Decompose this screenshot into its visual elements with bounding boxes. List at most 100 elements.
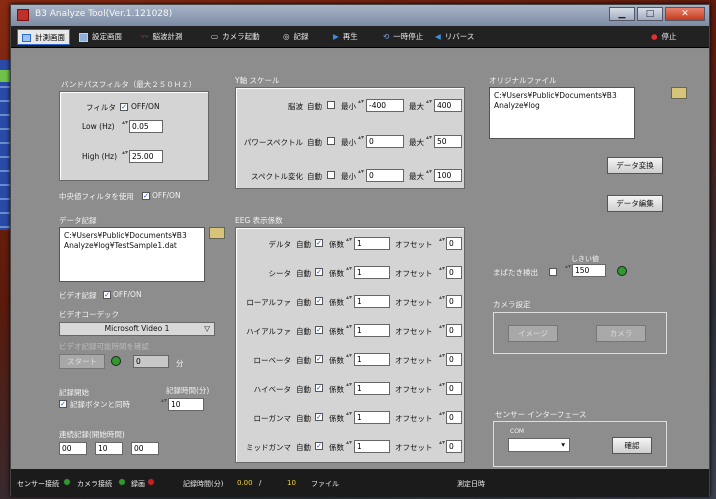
- offset-spinner[interactable]: ▴▾: [439, 382, 445, 395]
- min-spinner[interactable]: ▴▾: [358, 135, 364, 148]
- auto-checkbox[interactable]: ✓: [315, 413, 323, 421]
- confirm-button[interactable]: 確認: [612, 437, 652, 454]
- continuous-second-input[interactable]: 00: [131, 442, 159, 455]
- min-spinner[interactable]: ▴▾: [358, 99, 364, 112]
- high-hz-input[interactable]: 25.00: [129, 150, 163, 163]
- close-button[interactable]: ✕: [665, 7, 705, 21]
- max-spinner[interactable]: ▴▾: [426, 169, 432, 182]
- coef-input[interactable]: 1: [354, 440, 390, 453]
- max-spinner[interactable]: ▴▾: [426, 99, 432, 112]
- min-input[interactable]: -400: [366, 99, 404, 112]
- auto-checkbox[interactable]: ✓: [315, 355, 323, 363]
- recording-status-label: 録画: [131, 480, 145, 488]
- coef-spinner[interactable]: ▴▾: [346, 295, 352, 308]
- offset-input[interactable]: 0: [446, 324, 462, 337]
- coef-spinner[interactable]: ▴▾: [346, 440, 352, 453]
- coef-input[interactable]: 1: [354, 411, 390, 424]
- continuous-hour-input[interactable]: 00: [59, 442, 87, 455]
- original-file-path[interactable]: C:¥Users¥Public¥Documents¥B3 Analyze¥log: [489, 87, 635, 139]
- auto-checkbox[interactable]: [327, 137, 335, 145]
- coef-input[interactable]: 1: [354, 266, 390, 279]
- max-input[interactable]: 100: [434, 169, 462, 182]
- coef-input[interactable]: 1: [354, 237, 390, 250]
- maximize-button[interactable]: □: [637, 7, 663, 21]
- coef-input[interactable]: 1: [354, 382, 390, 395]
- coef-spinner[interactable]: ▴▾: [346, 382, 352, 395]
- auto-checkbox[interactable]: ✓: [315, 297, 323, 305]
- offset-input[interactable]: 0: [446, 382, 462, 395]
- tab-measure[interactable]: 計測画面: [17, 29, 70, 45]
- auto-checkbox[interactable]: ✓: [315, 239, 323, 247]
- yscale-row-name: スペクトル変化: [251, 172, 303, 181]
- blink-checkbox[interactable]: [549, 268, 557, 276]
- record-button[interactable]: ◎ 記録: [283, 29, 309, 45]
- auto-checkbox[interactable]: [327, 101, 335, 109]
- tab-settings[interactable]: 設定画面: [79, 29, 122, 45]
- status-bar: センサー接続 カメラ接続 録画 記録時間(分) 0.00 / 10 ファイル 測…: [11, 469, 709, 497]
- bandpass-heading: バンドパスフィルタ（最大２５０Ｈｚ）: [61, 80, 197, 89]
- low-hz-input[interactable]: 0.05: [129, 120, 163, 133]
- coef-spinner[interactable]: ▴▾: [346, 411, 352, 424]
- offset-input[interactable]: 0: [446, 266, 462, 279]
- filter-checkbox[interactable]: ✓: [120, 103, 128, 111]
- coef-input[interactable]: 1: [354, 295, 390, 308]
- coef-input[interactable]: 1: [354, 324, 390, 337]
- stop-button[interactable]: ● 停止: [651, 29, 677, 45]
- video-time-start-button[interactable]: スタート: [59, 354, 105, 369]
- low-hz-spinner[interactable]: ▴▾: [122, 120, 128, 133]
- folder-icon[interactable]: [209, 227, 225, 239]
- coef-spinner[interactable]: ▴▾: [346, 266, 352, 279]
- high-hz-spinner[interactable]: ▴▾: [122, 150, 128, 163]
- original-folder-icon[interactable]: [671, 87, 687, 99]
- video-record-checkbox[interactable]: ✓: [103, 291, 111, 299]
- pause-button[interactable]: ⟲ 一時停止: [383, 29, 423, 45]
- eeg-measure-button[interactable]: 〰脳波計測: [141, 29, 183, 45]
- offset-input[interactable]: 0: [446, 237, 462, 250]
- auto-checkbox[interactable]: ✓: [315, 326, 323, 334]
- offset-spinner[interactable]: ▴▾: [439, 324, 445, 337]
- offset-input[interactable]: 0: [446, 353, 462, 366]
- coef-spinner[interactable]: ▴▾: [346, 353, 352, 366]
- offset-spinner[interactable]: ▴▾: [439, 295, 445, 308]
- offset-input[interactable]: 0: [446, 411, 462, 424]
- video-codec-select[interactable]: Microsoft Video 1 ▽: [59, 322, 215, 336]
- offset-spinner[interactable]: ▴▾: [439, 411, 445, 424]
- play-button[interactable]: ▶ 再生: [333, 29, 358, 45]
- offset-input[interactable]: 0: [446, 295, 462, 308]
- camera-start-button[interactable]: ▭ カメラ起動: [211, 29, 260, 45]
- reverse-button[interactable]: ◀ リバース: [435, 29, 474, 45]
- threshold-input[interactable]: 150: [572, 264, 606, 277]
- max-spinner[interactable]: ▴▾: [426, 135, 432, 148]
- center-filter-checkbox[interactable]: ✓: [142, 192, 150, 200]
- min-input[interactable]: 0: [366, 135, 404, 148]
- com-select[interactable]: ▾: [508, 438, 570, 452]
- auto-checkbox[interactable]: ✓: [315, 442, 323, 450]
- coef-spinner[interactable]: ▴▾: [346, 237, 352, 250]
- max-input[interactable]: 400: [434, 99, 462, 112]
- offset-spinner[interactable]: ▴▾: [439, 353, 445, 366]
- offset-spinner[interactable]: ▴▾: [439, 440, 445, 453]
- image-button[interactable]: イメージ: [508, 325, 558, 342]
- record-duration-input[interactable]: 10: [168, 398, 204, 411]
- minimize-button[interactable]: ▁: [609, 7, 635, 21]
- auto-checkbox[interactable]: [327, 171, 335, 179]
- min-label: 最小: [341, 172, 356, 181]
- record-sync-checkbox[interactable]: ✓: [59, 400, 67, 408]
- coef-spinner[interactable]: ▴▾: [346, 324, 352, 337]
- camera-button[interactable]: カメラ: [596, 325, 646, 342]
- max-input[interactable]: 50: [434, 135, 462, 148]
- auto-checkbox[interactable]: ✓: [315, 268, 323, 276]
- data-convert-button[interactable]: データ変換: [607, 157, 663, 174]
- min-spinner[interactable]: ▴▾: [358, 169, 364, 182]
- offset-spinner[interactable]: ▴▾: [439, 237, 445, 250]
- continuous-minute-input[interactable]: 10: [95, 442, 123, 455]
- offset-input[interactable]: 0: [446, 440, 462, 453]
- offset-spinner[interactable]: ▴▾: [439, 266, 445, 279]
- min-input[interactable]: 0: [366, 169, 404, 182]
- auto-checkbox[interactable]: ✓: [315, 384, 323, 392]
- record-duration-spinner[interactable]: ▴▾: [161, 398, 167, 411]
- data-record-path[interactable]: C:¥Users¥Public¥Documents¥B3 Analyze¥log…: [59, 227, 205, 282]
- coef-input[interactable]: 1: [354, 353, 390, 366]
- threshold-spinner[interactable]: ▴▾: [565, 264, 571, 277]
- data-edit-button[interactable]: データ編集: [607, 195, 663, 212]
